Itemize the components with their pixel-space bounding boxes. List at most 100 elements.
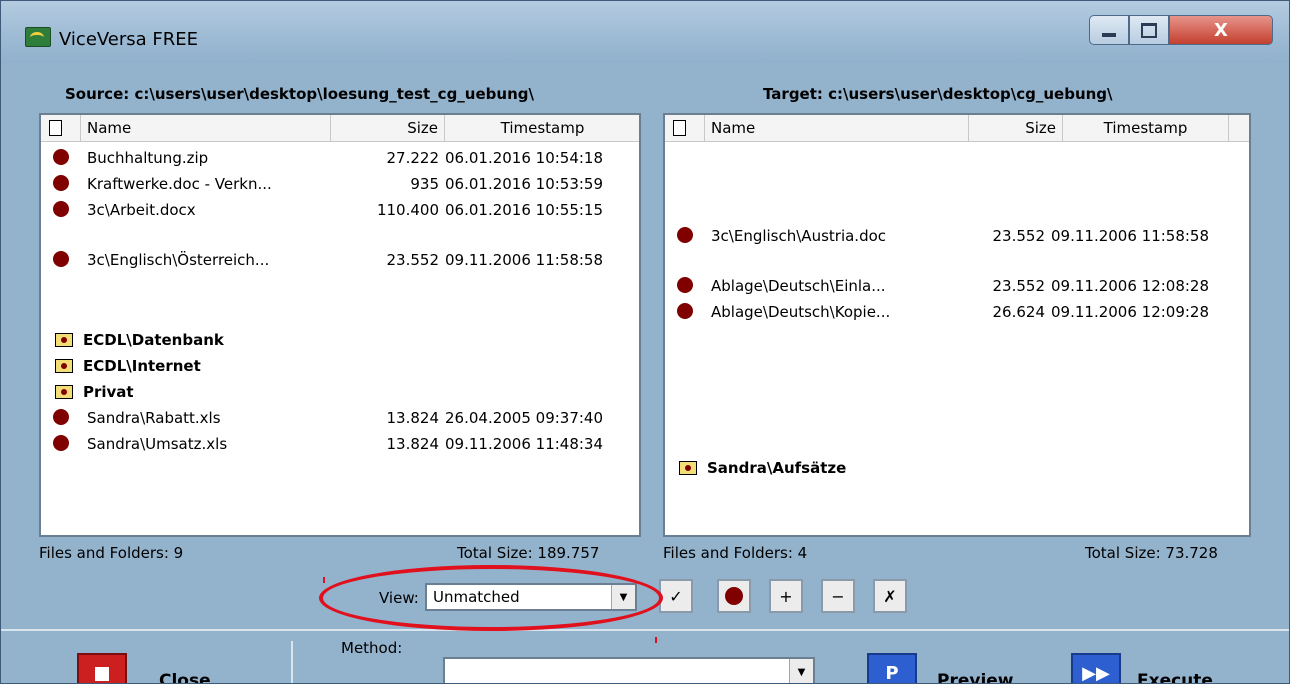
file-timestamp: 09.11.2006 12:08:28 [1051, 277, 1210, 295]
title-bar[interactable]: ViceVersa FREE X [1, 1, 1289, 63]
method-label: Method: [341, 639, 403, 657]
source-files-count: Files and Folders: 9 [39, 544, 184, 562]
viceversa-app-icon [25, 27, 51, 47]
source-name-column[interactable]: Name [81, 115, 331, 141]
folder-name: Sandra\Aufsätze [707, 459, 847, 477]
table-row[interactable]: Ablage\Deutsch\Kopie... 26.624 09.11.200… [665, 299, 1249, 325]
target-file-list[interactable]: Name Size Timestamp 3c\Englisch\Austria.… [663, 113, 1251, 537]
file-name: Buchhaltung.zip [87, 149, 209, 167]
table-row[interactable]: 3c\Englisch\Austria.doc 23.552 09.11.200… [665, 223, 1249, 249]
annotation-mark [655, 637, 657, 643]
view-label: View: [379, 589, 419, 607]
table-row[interactable]: Sandra\Rabatt.xls 13.824 26.04.2005 09:3… [41, 405, 639, 431]
folder-icon [55, 333, 73, 347]
window-title: ViceVersa FREE [59, 29, 199, 50]
target-timestamp-column[interactable]: Timestamp [1063, 115, 1229, 141]
target-size-column[interactable]: Size [969, 115, 1063, 141]
file-timestamp: 09.11.2006 12:09:28 [1051, 303, 1210, 321]
table-row[interactable]: 3c\Arbeit.docx 110.400 06.01.2016 10:55:… [41, 197, 639, 223]
table-row[interactable]: Sandra\Umsatz.xls 13.824 09.11.2006 11:4… [41, 431, 639, 457]
file-size: 23.552 [992, 227, 1046, 245]
remove-button[interactable]: − [821, 579, 855, 613]
unmatched-dot-icon [677, 303, 693, 319]
target-files-count: Files and Folders: 4 [663, 544, 808, 562]
table-row[interactable]: Buchhaltung.zip 27.222 06.01.2016 10:54:… [41, 145, 639, 171]
annotation-mark [323, 577, 325, 583]
table-row[interactable]: ECDL\Internet [41, 353, 639, 379]
file-timestamp: 09.11.2006 11:58:58 [445, 251, 604, 269]
minus-icon: − [831, 586, 845, 606]
maximize-button[interactable] [1129, 15, 1169, 45]
include-button[interactable]: + [769, 579, 803, 613]
table-row[interactable]: Privat [41, 379, 639, 405]
source-timestamp-column[interactable]: Timestamp [445, 115, 639, 141]
folder-name: ECDL\Datenbank [83, 331, 224, 349]
viceversa-window: ViceVersa FREE X Source: c:\users\user\d… [0, 0, 1290, 684]
file-name: 3c\Englisch\Austria.doc [711, 227, 887, 245]
preview-button-label[interactable]: Preview [937, 671, 1014, 683]
file-timestamp: 09.11.2006 11:58:58 [1051, 227, 1210, 245]
file-timestamp: 09.11.2006 11:48:34 [445, 435, 604, 453]
view-dropdown[interactable]: Unmatched ▼ [425, 583, 637, 611]
unmatched-dot-icon [53, 409, 69, 425]
table-row[interactable]: Kraftwerke.doc - Verkn... 935 06.01.2016… [41, 171, 639, 197]
divider [291, 641, 293, 683]
target-type-column[interactable] [665, 115, 705, 141]
view-selected-value: Unmatched [433, 588, 520, 606]
table-row[interactable]: Sandra\Aufsätze [665, 455, 1249, 481]
folder-name: ECDL\Internet [83, 357, 201, 375]
folder-icon [55, 385, 73, 399]
target-name-column[interactable]: Name [705, 115, 969, 141]
file-size: 27.222 [386, 149, 440, 167]
unmatched-dot-icon [53, 435, 69, 451]
fast-forward-icon: ▶▶ [1082, 662, 1110, 684]
unmatched-dot-icon [677, 227, 693, 243]
method-dropdown[interactable]: ▼ [443, 657, 815, 683]
file-size: 110.400 [376, 201, 439, 219]
window-controls: X [1089, 15, 1273, 47]
chevron-down-icon[interactable]: ▼ [611, 585, 635, 609]
execute-button-label[interactable]: Execute [1137, 671, 1213, 683]
maximize-icon [1141, 22, 1157, 38]
unmatched-dot-icon [677, 277, 693, 293]
file-size: 935 [410, 175, 439, 193]
folder-icon [55, 359, 73, 373]
preview-icon[interactable]: P [867, 653, 917, 683]
show-matched-button[interactable]: ✓ [659, 579, 693, 613]
file-name: Ablage\Deutsch\Kopie... [711, 303, 891, 321]
document-icon [49, 120, 62, 136]
table-row[interactable]: Ablage\Deutsch\Einla... 23.552 09.11.200… [665, 273, 1249, 299]
close-window-button[interactable]: X [1169, 15, 1273, 45]
chevron-down-icon[interactable]: ▼ [789, 659, 813, 683]
folder-icon [679, 461, 697, 475]
stop-icon [77, 653, 127, 683]
file-size: 13.824 [386, 435, 440, 453]
show-unmatched-button[interactable] [717, 579, 751, 613]
table-row[interactable]: ECDL\Datenbank [41, 327, 639, 353]
checkmark-icon: ✓ [669, 586, 683, 606]
close-button-label: Close [159, 671, 211, 684]
file-name: Ablage\Deutsch\Einla... [711, 277, 886, 295]
file-timestamp: 26.04.2005 09:37:40 [445, 409, 604, 427]
table-row[interactable]: 3c\Englisch\Österreich... 23.552 09.11.2… [41, 247, 639, 273]
source-type-column[interactable] [41, 115, 81, 141]
source-total-size: Total Size: 189.757 [457, 544, 600, 562]
execute-icon[interactable]: ▶▶ [1071, 653, 1121, 684]
file-size: 13.824 [386, 409, 440, 427]
red-dot-icon [725, 587, 743, 605]
file-size: 26.624 [992, 303, 1046, 321]
unmatched-dot-icon [53, 201, 69, 217]
target-list-header: Name Size Timestamp [665, 115, 1249, 142]
folder-name: Privat [83, 383, 134, 401]
unmatched-dot-icon [53, 251, 69, 267]
divider [1, 629, 1289, 631]
source-list-header: Name Size Timestamp [41, 115, 639, 142]
minimize-button[interactable] [1089, 15, 1129, 45]
source-file-list[interactable]: Name Size Timestamp Buchhaltung.zip 27.2… [39, 113, 641, 537]
file-timestamp: 06.01.2016 10:55:15 [445, 201, 604, 219]
file-name: 3c\Arbeit.docx [87, 201, 196, 219]
source-size-column[interactable]: Size [331, 115, 445, 141]
file-size: 23.552 [386, 251, 440, 269]
file-size: 23.552 [992, 277, 1046, 295]
exclude-button[interactable]: ✗ [873, 579, 907, 613]
